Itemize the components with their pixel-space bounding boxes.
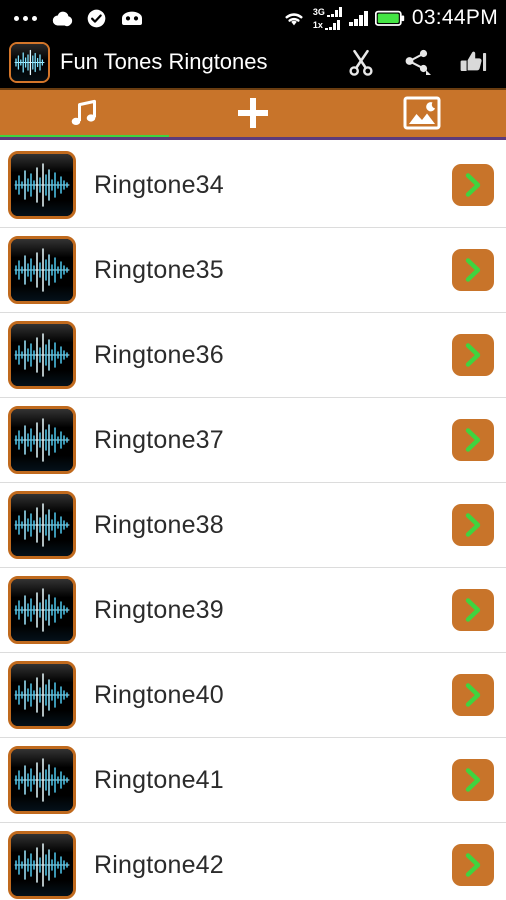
battery-full-icon — [374, 10, 405, 27]
list-item[interactable]: Ringtone40 — [0, 653, 506, 738]
status-bar-clock: 03:44PM — [411, 6, 498, 29]
open-chevron-icon[interactable] — [452, 249, 494, 291]
music-note-icon — [66, 95, 102, 136]
tab-add[interactable] — [169, 90, 338, 140]
action-bar: Fun Tones Ringtones — [0, 36, 506, 90]
waveform-thumb-icon — [8, 321, 76, 389]
signal-bars-icon — [348, 10, 368, 26]
list-item[interactable]: Ringtone36 — [0, 313, 506, 398]
check-circle-icon — [87, 9, 106, 28]
open-chevron-icon[interactable] — [452, 504, 494, 546]
image-icon — [403, 96, 441, 135]
tab-wallpapers[interactable] — [337, 90, 506, 140]
list-item[interactable]: Ringtone41 — [0, 738, 506, 823]
app-screen: 3G 1x 03:44PM Fun Tones Ringtones Ringto… — [0, 0, 506, 900]
list-item-label: Ringtone35 — [94, 255, 224, 284]
share-icon[interactable] — [400, 45, 434, 79]
waveform-thumb-icon — [8, 831, 76, 899]
open-chevron-icon[interactable] — [452, 844, 494, 886]
open-chevron-icon[interactable] — [452, 759, 494, 801]
status-bar: 3G 1x 03:44PM — [0, 0, 506, 36]
waveform-thumb-icon — [8, 661, 76, 729]
status-bar-left-icons — [14, 9, 145, 28]
waveform-thumb-icon — [8, 406, 76, 474]
open-chevron-icon[interactable] — [452, 334, 494, 376]
plus-icon — [233, 93, 273, 138]
waveform-thumb-icon — [8, 491, 76, 559]
waveform-thumb-icon — [8, 746, 76, 814]
waveform-thumb-icon — [8, 236, 76, 304]
dual-sim-signal-icon: 3G 1x — [313, 6, 342, 30]
ringtone-list[interactable]: Ringtone34 Ringtone35 Ringtone36 Rington… — [0, 143, 506, 900]
action-bar-buttons — [344, 45, 496, 79]
list-item[interactable]: Ringtone42 — [0, 823, 506, 900]
android-robot-icon — [119, 10, 145, 26]
list-item[interactable]: Ringtone35 — [0, 228, 506, 313]
list-item-label: Ringtone42 — [94, 850, 224, 879]
tab-ringtones[interactable] — [0, 90, 169, 140]
list-item-label: Ringtone36 — [94, 340, 224, 369]
tab-bar — [0, 90, 506, 140]
open-chevron-icon[interactable] — [452, 419, 494, 461]
cut-icon[interactable] — [344, 45, 378, 79]
wifi-icon — [282, 9, 306, 27]
list-item-label: Ringtone41 — [94, 765, 224, 794]
signal-3g-label: 3G — [312, 7, 325, 17]
waveform-thumb-icon — [8, 576, 76, 644]
cloud-icon — [50, 10, 74, 27]
open-chevron-icon[interactable] — [452, 674, 494, 716]
list-item-label: Ringtone38 — [94, 510, 224, 539]
open-chevron-icon[interactable] — [452, 164, 494, 206]
page-title: Fun Tones Ringtones — [60, 49, 268, 74]
list-item-label: Ringtone37 — [94, 425, 224, 454]
signal-1x-label: 1x — [312, 20, 323, 30]
list-item-label: Ringtone39 — [94, 595, 224, 624]
thumbs-up-icon[interactable] — [456, 45, 490, 79]
list-item-label: Ringtone40 — [94, 680, 224, 709]
waveform-app-icon — [9, 41, 50, 83]
list-item-label: Ringtone34 — [94, 170, 224, 199]
list-item[interactable]: Ringtone37 — [0, 398, 506, 483]
waveform-thumb-icon — [8, 151, 76, 219]
list-item[interactable]: Ringtone38 — [0, 483, 506, 568]
list-item[interactable]: Ringtone34 — [0, 143, 506, 228]
open-chevron-icon[interactable] — [452, 589, 494, 631]
tab-baseline — [0, 137, 506, 140]
more-dots-icon — [14, 15, 37, 21]
list-item[interactable]: Ringtone39 — [0, 568, 506, 653]
status-bar-right-icons: 3G 1x 03:44PM — [282, 6, 498, 30]
